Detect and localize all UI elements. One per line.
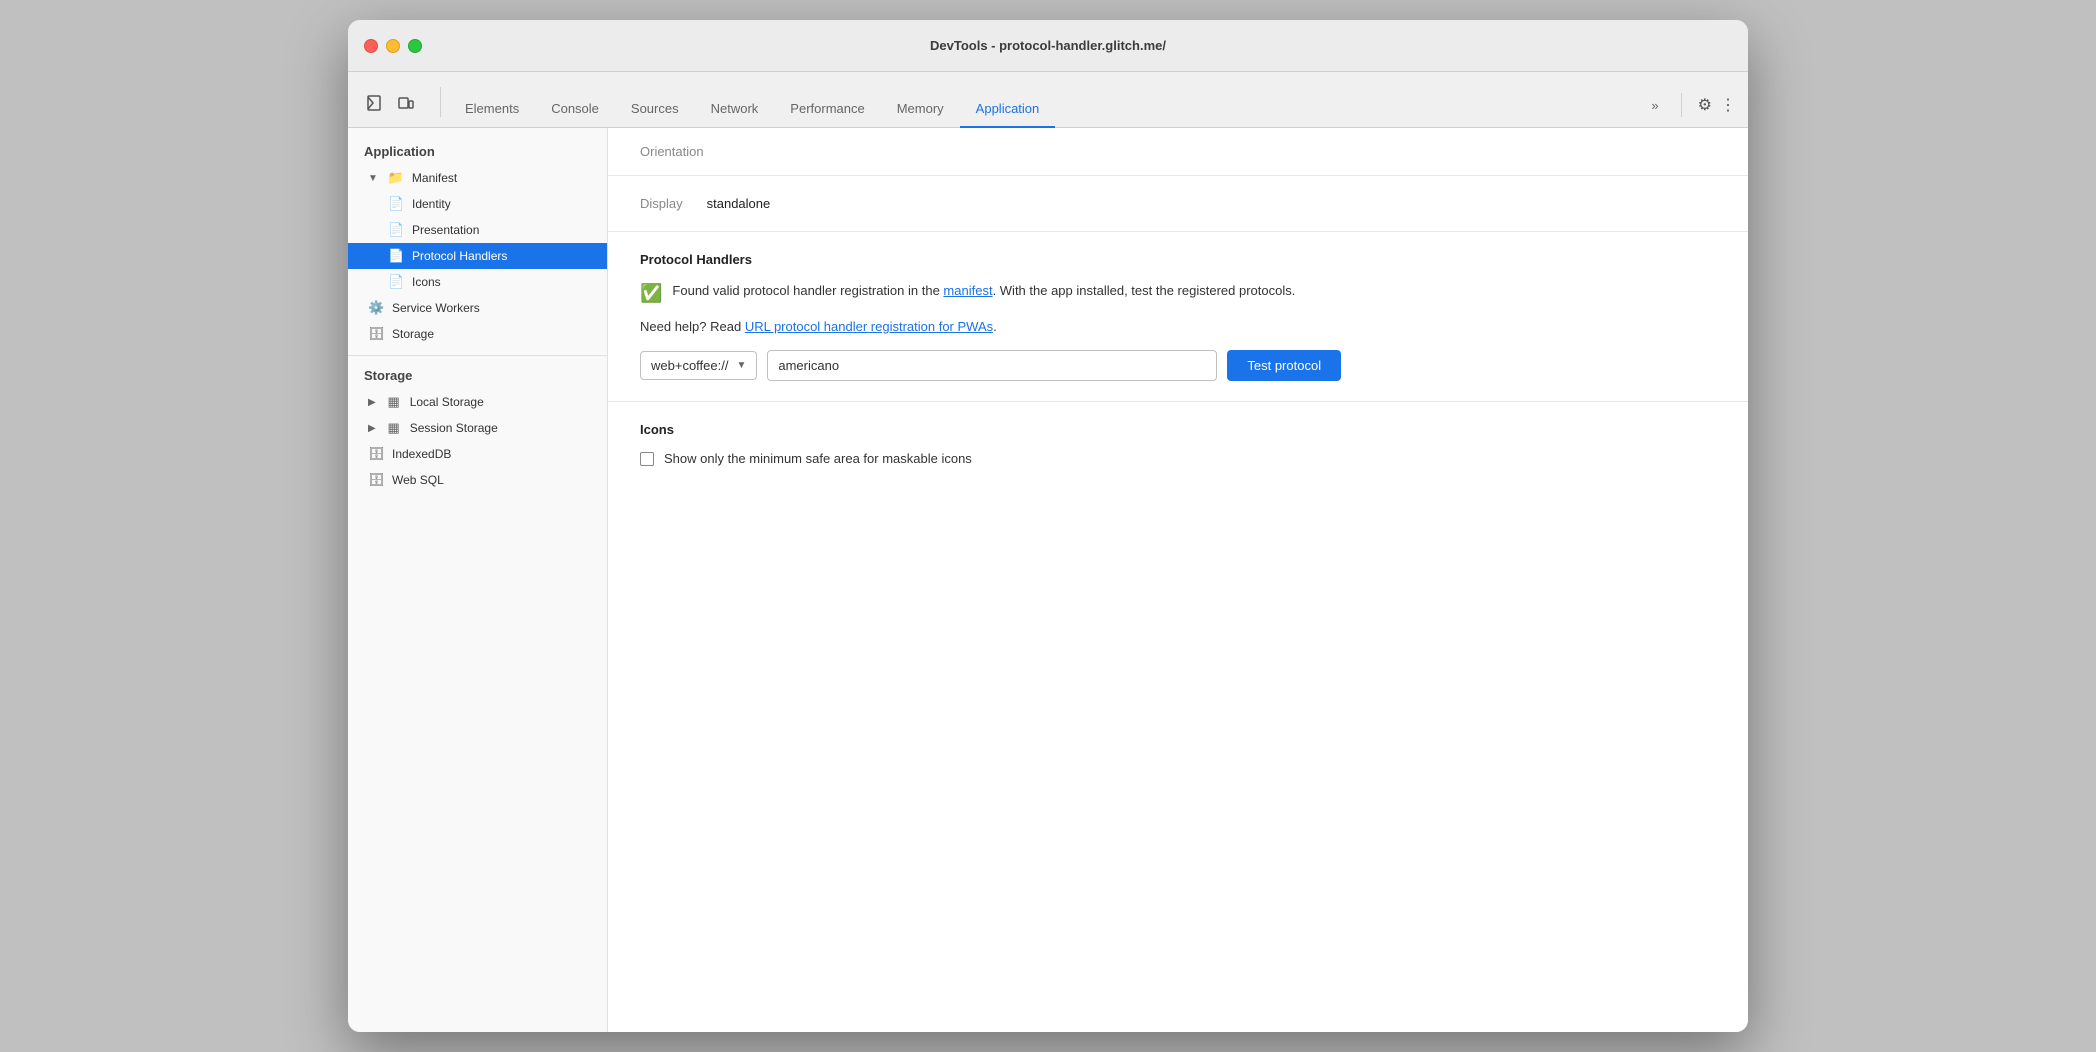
settings-icon[interactable]: ⚙ [1698, 95, 1712, 115]
help-row: Need help? Read URL protocol handler reg… [640, 319, 1716, 334]
session-storage-table-icon: ▦ [386, 420, 402, 436]
sidebar-indexeddb-label: IndexedDB [392, 447, 451, 461]
sidebar-service-workers-label: Service Workers [392, 301, 480, 315]
content-panel: Orientation Display standalone Protocol … [608, 128, 1748, 1032]
protocol-select-arrow-icon: ▼ [736, 360, 746, 371]
more-tabs-icon[interactable]: » [1645, 94, 1664, 117]
display-label: Display [640, 196, 683, 211]
local-storage-arrow: ▶ [368, 397, 376, 408]
icons-doc-icon: 📄 [388, 274, 404, 290]
sidebar-item-presentation[interactable]: 📄 Presentation [348, 217, 607, 243]
traffic-lights [364, 39, 422, 53]
icons-section: Icons Show only the minimum safe area fo… [608, 402, 1748, 486]
sidebar-protocol-handlers-label: Protocol Handlers [412, 249, 507, 263]
display-value: standalone [707, 196, 771, 211]
storage-db-icon: 🗄 [368, 326, 384, 342]
toolbar: Elements Console Sources Network Perform… [348, 72, 1748, 128]
help-text: Need help? Read [640, 319, 745, 334]
toolbar-divider [440, 87, 441, 117]
icons-title: Icons [640, 422, 1716, 437]
sidebar-item-storage[interactable]: 🗄 Storage [348, 321, 607, 347]
local-storage-table-icon: ▦ [386, 394, 402, 410]
orientation-row: Orientation [608, 128, 1748, 176]
titlebar: DevTools - protocol-handler.glitch.me/ [348, 20, 1748, 72]
sidebar-item-icons[interactable]: 📄 Icons [348, 269, 607, 295]
tab-console[interactable]: Console [535, 73, 615, 128]
manifest-arrow-icon: ▼ [368, 173, 378, 184]
success-text-1: Found valid protocol handler registratio… [672, 283, 943, 298]
sidebar-storage-title: Storage [348, 364, 607, 389]
protocol-select[interactable]: web+coffee:// ▼ [640, 351, 757, 380]
tab-elements[interactable]: Elements [449, 73, 535, 128]
sidebar-identity-label: Identity [412, 197, 451, 211]
session-storage-arrow: ▶ [368, 423, 376, 434]
device-toggle-icon[interactable] [392, 89, 420, 117]
tab-network[interactable]: Network [695, 73, 775, 128]
protocol-handlers-title: Protocol Handlers [640, 252, 1716, 267]
identity-doc-icon: 📄 [388, 196, 404, 212]
main-content: Application ▼ 📁 Manifest 📄 Identity 📄 Pr… [348, 128, 1748, 1032]
toolbar-right-divider [1681, 93, 1682, 117]
orientation-label: Orientation [640, 144, 704, 159]
presentation-doc-icon: 📄 [388, 222, 404, 238]
sidebar-manifest-label: Manifest [412, 171, 457, 185]
help-link[interactable]: URL protocol handler registration for PW… [745, 319, 993, 334]
test-protocol-button[interactable]: Test protocol [1227, 350, 1341, 381]
success-text-2: . With the app installed, test the regis… [993, 283, 1296, 298]
indexeddb-icon: 🗄 [368, 446, 384, 462]
tab-sources[interactable]: Sources [615, 73, 695, 128]
sidebar-item-manifest[interactable]: ▼ 📁 Manifest [348, 165, 607, 191]
sidebar-storage-label: Storage [392, 327, 434, 341]
web-sql-icon: 🗄 [368, 472, 384, 488]
sidebar: Application ▼ 📁 Manifest 📄 Identity 📄 Pr… [348, 128, 608, 1032]
tab-performance[interactable]: Performance [774, 73, 880, 128]
tab-application[interactable]: Application [960, 73, 1056, 128]
more-options-icon[interactable]: ⋮ [1720, 95, 1736, 115]
protocol-select-value: web+coffee:// [651, 358, 728, 373]
inspector-icon[interactable] [360, 89, 388, 117]
success-row: ✅ Found valid protocol handler registrat… [640, 281, 1716, 307]
sidebar-icons-label: Icons [412, 275, 441, 289]
close-button[interactable] [364, 39, 378, 53]
check-icon: ✅ [640, 280, 662, 307]
sidebar-item-local-storage[interactable]: ▶ ▦ Local Storage [348, 389, 607, 415]
sidebar-divider [348, 355, 607, 356]
minimize-button[interactable] [386, 39, 400, 53]
display-row: Display standalone [608, 176, 1748, 232]
sidebar-item-web-sql[interactable]: 🗄 Web SQL [348, 467, 607, 493]
toolbar-right: » ⚙ ⋮ [1645, 93, 1736, 127]
protocol-row: web+coffee:// ▼ Test protocol [640, 350, 1716, 381]
protocol-doc-icon: 📄 [388, 248, 404, 264]
sidebar-presentation-label: Presentation [412, 223, 479, 237]
sidebar-local-storage-label: Local Storage [410, 395, 484, 409]
checkbox-row: Show only the minimum safe area for mask… [640, 451, 1716, 466]
sidebar-web-sql-label: Web SQL [392, 473, 444, 487]
sidebar-session-storage-label: Session Storage [410, 421, 498, 435]
help-text-end: . [993, 319, 997, 334]
sidebar-item-indexeddb[interactable]: 🗄 IndexedDB [348, 441, 607, 467]
maskable-icons-checkbox[interactable] [640, 452, 654, 466]
window-title: DevTools - protocol-handler.glitch.me/ [930, 38, 1166, 53]
sidebar-item-service-workers[interactable]: ⚙️ Service Workers [348, 295, 607, 321]
success-text: Found valid protocol handler registratio… [672, 281, 1295, 301]
manifest-link[interactable]: manifest [943, 283, 992, 298]
maximize-button[interactable] [408, 39, 422, 53]
protocol-handlers-section: Protocol Handlers ✅ Found valid protocol… [608, 232, 1748, 402]
manifest-folder-icon: 📁 [388, 170, 404, 186]
sidebar-item-protocol-handlers[interactable]: 📄 Protocol Handlers [348, 243, 607, 269]
checkbox-label: Show only the minimum safe area for mask… [664, 451, 972, 466]
service-workers-gear-icon: ⚙️ [368, 300, 384, 316]
protocol-input[interactable] [767, 350, 1217, 381]
tab-memory[interactable]: Memory [881, 73, 960, 128]
sidebar-application-title: Application [348, 140, 607, 165]
devtools-window: DevTools - protocol-handler.glitch.me/ E… [348, 20, 1748, 1032]
toolbar-icons [360, 89, 420, 127]
sidebar-item-identity[interactable]: 📄 Identity [348, 191, 607, 217]
sidebar-item-session-storage[interactable]: ▶ ▦ Session Storage [348, 415, 607, 441]
